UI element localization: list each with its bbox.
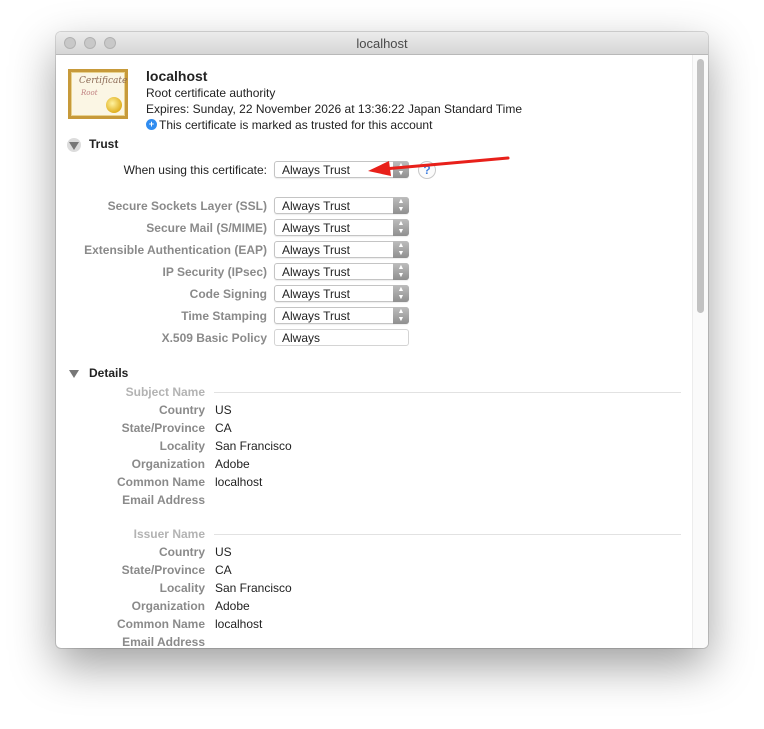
annotation-arrow-icon [368, 156, 510, 176]
